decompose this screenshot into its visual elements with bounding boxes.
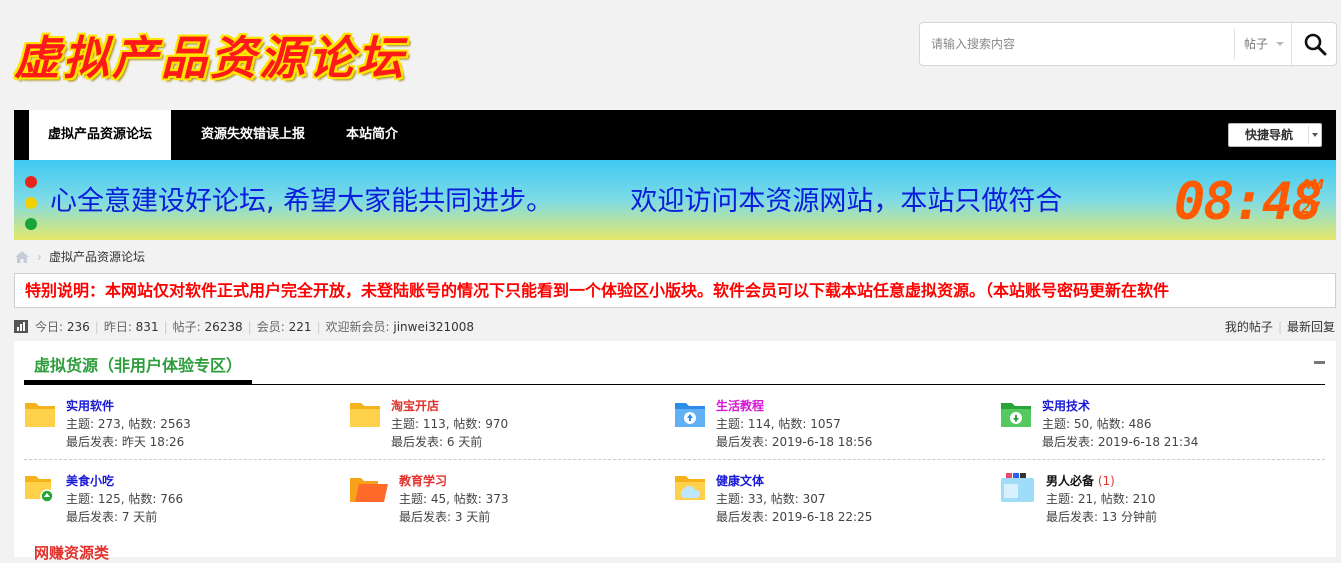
user-links: 我的帖子 | 最新回复 <box>1224 320 1335 334</box>
forum-stats: 主题: 114, 帖数: 1057 <box>716 417 841 431</box>
forum-name[interactable]: 教育学习 <box>399 472 447 489</box>
nav-item-report[interactable]: 资源失效错误上报 <box>188 110 318 160</box>
collapse-icon[interactable] <box>1314 361 1325 364</box>
clock-seconds: 27 <box>1301 198 1321 217</box>
forum-name[interactable]: 实用软件 <box>66 397 114 414</box>
forum-stats: 主题: 113, 帖数: 970 <box>391 417 509 431</box>
forum-last-post[interactable]: 最后发表: 昨天 18:26 <box>66 433 191 451</box>
breadcrumb-current[interactable]: 虚拟产品资源论坛 <box>49 248 145 266</box>
shared-folder-icon <box>25 476 54 503</box>
forum-meta: 主题: 50, 帖数: 486 最后发表: 2019-6-18 21:34 <box>1042 415 1198 451</box>
site-logo[interactable]: 虚拟产品资源论坛 <box>14 22 406 88</box>
search-input[interactable] <box>920 23 1232 65</box>
upload-folder-icon <box>675 403 705 427</box>
forum-meta: 主题: 45, 帖数: 373 最后发表: 3 天前 <box>399 490 509 526</box>
notice-bar: 特别说明：本网站仅对软件正式用户完全开放，未登陆账号的情况下只能看到一个体验区小… <box>14 273 1336 308</box>
chevron-down-icon <box>1276 42 1284 46</box>
stat-posts: 26238 <box>204 320 243 334</box>
announcement-banner: 心全意建设好论坛, 希望大家能共同进步。 欢迎访问本资源网站，本站只做符合 08… <box>14 160 1336 240</box>
forum-name-text: 男人必备 <box>1046 474 1095 488</box>
forum-stats: 主题: 45, 帖数: 373 <box>399 492 509 506</box>
forum-name[interactable]: 男人必备 (1) <box>1046 472 1115 489</box>
main-nav: 虚拟产品资源论坛 资源失效错误上报 本站简介 快捷导航 <box>14 110 1336 160</box>
forum-name[interactable]: 美食小吃 <box>66 472 114 489</box>
clock-ampm: AM <box>1301 178 1324 193</box>
quick-nav-button[interactable]: 快捷导航 <box>1228 123 1322 147</box>
forum-last-post[interactable]: 最后发表: 7 天前 <box>66 508 183 526</box>
stat-yesterday-label: 昨日: <box>103 320 136 334</box>
forum-last-post[interactable]: 最后发表: 6 天前 <box>391 433 508 451</box>
traffic-light-red-icon <box>25 176 37 188</box>
forum-meta: 主题: 33, 帖数: 307 最后发表: 2019-6-18 22:25 <box>716 490 872 526</box>
stat-posts-label: 帖子: <box>172 320 205 334</box>
my-posts-link[interactable]: 我的帖子 <box>1225 320 1273 334</box>
divider <box>24 459 1325 460</box>
marquee-text: 心全意建设好论坛, 希望大家能共同进步。 欢迎访问本资源网站，本站只做符合 <box>50 186 1063 217</box>
divider <box>24 380 252 384</box>
stat-today: 236 <box>66 320 90 334</box>
stat-yesterday: 831 <box>135 320 159 334</box>
stat-members: 221 <box>288 320 312 334</box>
search-button[interactable] <box>1291 23 1337 65</box>
forum-meta: 主题: 273, 帖数: 2563 最后发表: 昨天 18:26 <box>66 415 191 451</box>
files-icon <box>1001 473 1034 502</box>
folder-icon <box>350 403 380 427</box>
latest-replies-link[interactable]: 最新回复 <box>1287 320 1335 334</box>
stat-today-label: 今日: <box>35 320 67 334</box>
new-post-count-badge: (1) <box>1094 474 1115 488</box>
stat-members-label: 会员: <box>256 320 289 334</box>
forum-last-post[interactable]: 最后发表: 3 天前 <box>399 508 509 526</box>
chevron-right-icon: › <box>37 250 42 264</box>
search-box: 帖子 <box>919 22 1337 66</box>
folder-icon <box>25 403 55 427</box>
stat-welcome-label: 欢迎新会员: <box>325 320 394 334</box>
section-header: 虚拟货源（非用户体验专区） <box>24 341 1325 385</box>
traffic-light-yellow-icon <box>25 197 37 209</box>
forum-name[interactable]: 实用技术 <box>1042 397 1090 414</box>
forum-name[interactable]: 淘宝开店 <box>391 397 439 414</box>
next-section-title[interactable]: 网赚资源类 <box>34 542 109 563</box>
forum-last-post[interactable]: 最后发表: 2019-6-18 22:25 <box>716 508 872 526</box>
forum-stats: 主题: 273, 帖数: 2563 <box>66 417 191 431</box>
forum-last-post[interactable]: 最后发表: 2019-6-18 18:56 <box>716 433 872 451</box>
divider <box>1308 126 1309 144</box>
search-type-label: 帖子 <box>1244 37 1269 51</box>
forum-meta: 主题: 21, 帖数: 210 最后发表: 13 分钟前 <box>1046 490 1157 526</box>
scrolling-marquee: 心全意建设好论坛, 希望大家能共同进步。 欢迎访问本资源网站，本站只做符合 <box>50 182 1170 222</box>
forum-name[interactable]: 生活教程 <box>716 397 764 414</box>
traffic-light-green-icon <box>25 218 37 230</box>
forum-name[interactable]: 健康文体 <box>716 472 764 489</box>
forum-section: 虚拟货源（非用户体验专区） 实用软件 主题: 273, 帖数: 2563 最后发… <box>14 341 1336 562</box>
bar-chart-icon <box>14 320 28 333</box>
nav-item-about[interactable]: 本站简介 <box>334 110 410 160</box>
forum-stats: 主题: 125, 帖数: 766 <box>66 492 184 506</box>
search-type-select[interactable]: 帖子 <box>1234 29 1290 59</box>
forum-stats: 主题: 33, 帖数: 307 <box>716 492 826 506</box>
cloud-folder-icon <box>675 476 705 500</box>
home-icon[interactable] <box>14 250 30 264</box>
forum-stats: 主题: 50, 帖数: 486 <box>1042 417 1152 431</box>
download-folder-icon <box>1001 403 1031 427</box>
orange-folder-icon <box>350 478 388 502</box>
chevron-down-icon <box>1312 133 1318 137</box>
quick-nav-label: 快捷导航 <box>1245 128 1294 142</box>
forum-stats: 主题: 21, 帖数: 210 <box>1046 492 1156 506</box>
notice-text: 特别说明：本网站仅对软件正式用户完全开放，未登陆账号的情况下只能看到一个体验区小… <box>25 281 1170 300</box>
section-title[interactable]: 虚拟货源（非用户体验专区） <box>34 352 242 376</box>
forum-last-post[interactable]: 最后发表: 13 分钟前 <box>1046 508 1157 526</box>
forum-meta: 主题: 114, 帖数: 1057 最后发表: 2019-6-18 18:56 <box>716 415 872 451</box>
search-icon <box>1304 33 1327 56</box>
forum-meta: 主题: 125, 帖数: 766 最后发表: 7 天前 <box>66 490 183 526</box>
forum-last-post[interactable]: 最后发表: 2019-6-18 21:34 <box>1042 433 1198 451</box>
forum-meta: 主题: 113, 帖数: 970 最后发表: 6 天前 <box>391 415 508 451</box>
new-member-link[interactable]: jinwei321008 <box>393 320 474 334</box>
digital-clock: 08:48 <box>1174 172 1323 232</box>
nav-item-home[interactable]: 虚拟产品资源论坛 <box>29 110 171 160</box>
